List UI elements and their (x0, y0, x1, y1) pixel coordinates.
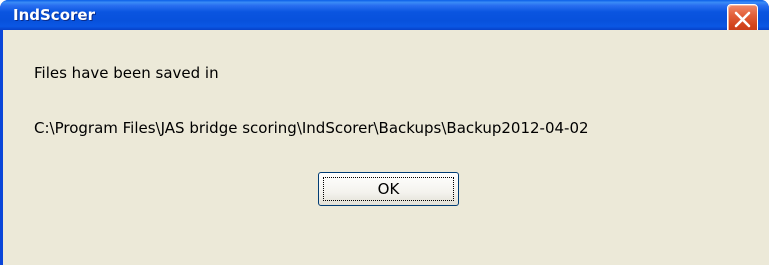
ok-button-label: OK (377, 180, 400, 198)
message-text: Files have been saved in (34, 64, 219, 82)
ok-button[interactable]: OK (318, 172, 459, 206)
window-title: IndScorer (13, 6, 95, 24)
save-path-text: C:\Program Files\JAS bridge scoring\IndS… (34, 119, 589, 137)
dialog-window: IndScorer Files have been saved in C:\Pr… (0, 0, 769, 265)
title-bar[interactable]: IndScorer (0, 0, 769, 35)
close-icon (734, 11, 751, 28)
